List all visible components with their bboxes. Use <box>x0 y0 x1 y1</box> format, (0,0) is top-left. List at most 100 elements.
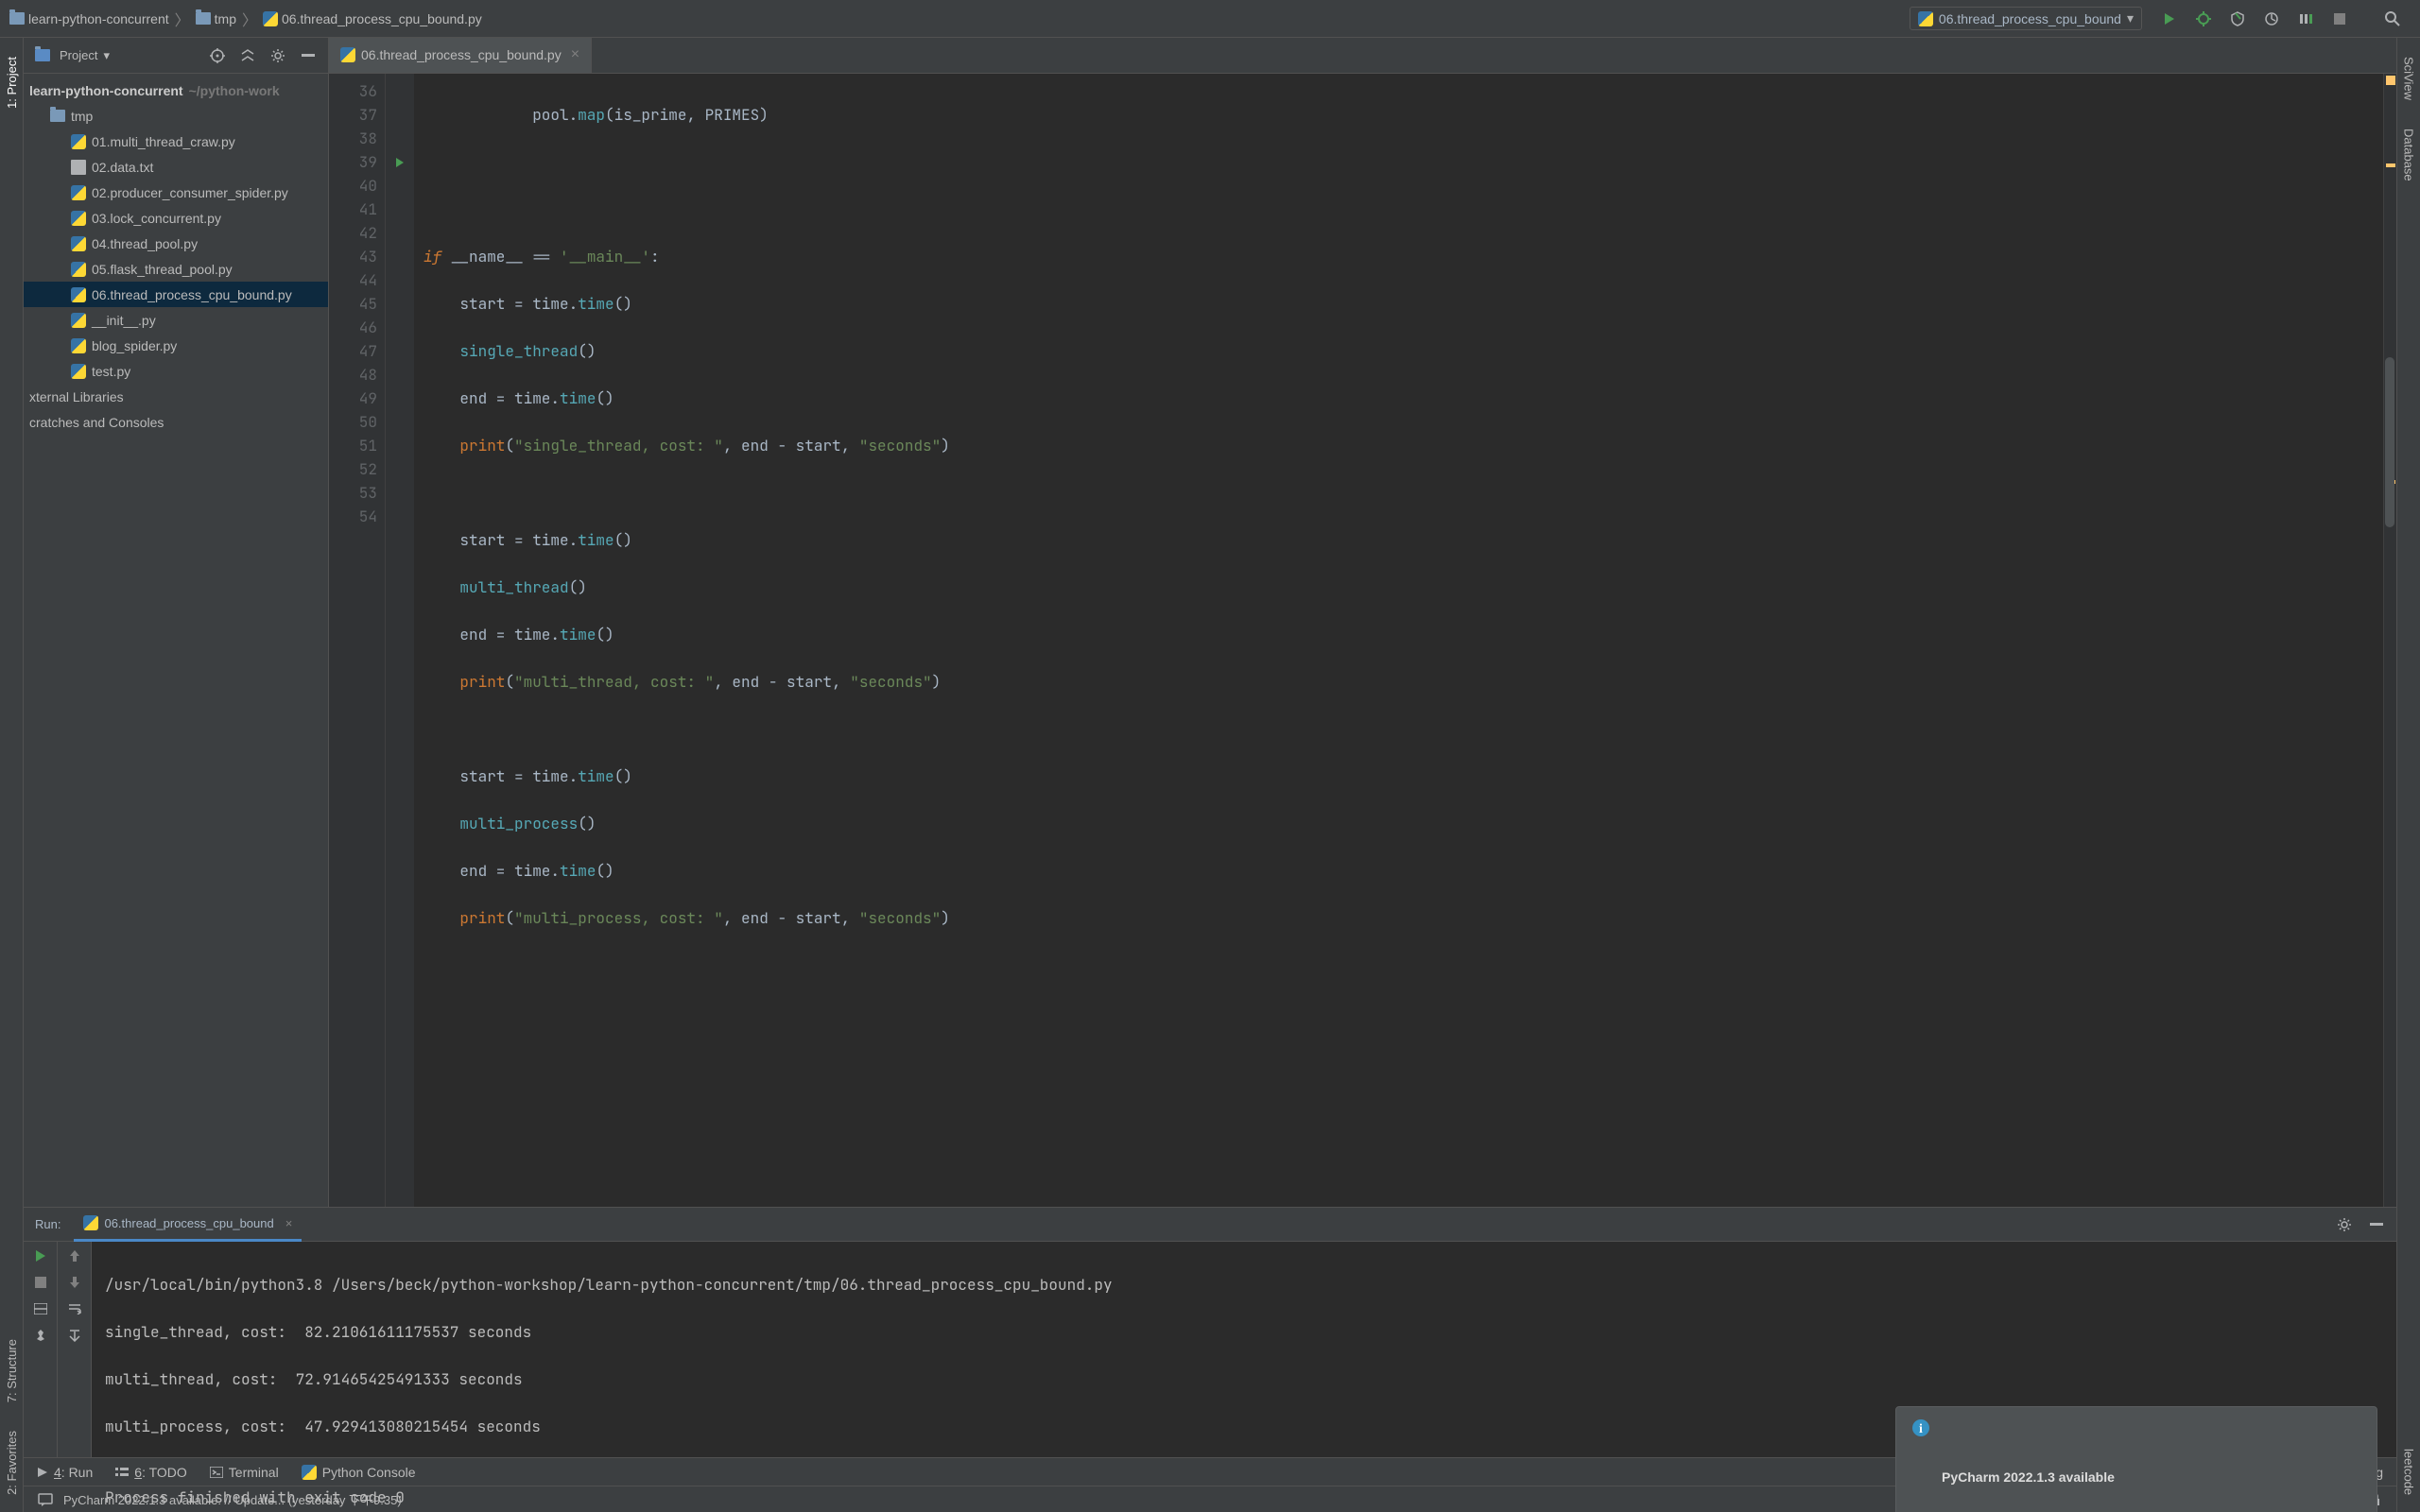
tree-root[interactable]: learn-python-concurrent ~/python-work <box>24 77 328 103</box>
close-tab-icon[interactable]: × <box>571 46 579 63</box>
status-messages-icon[interactable] <box>37 1491 54 1508</box>
console-line: multi_thread, cost: 72.91465425491333 se… <box>105 1367 2383 1391</box>
run-tab[interactable]: 06.thread_process_cpu_bound × <box>74 1208 302 1242</box>
rerun-icon[interactable] <box>32 1247 49 1264</box>
down-icon[interactable] <box>66 1274 83 1291</box>
line-number: 53 <box>329 481 377 505</box>
collapse-icon[interactable] <box>239 47 256 64</box>
tree-file[interactable]: __init__.py <box>24 307 328 333</box>
warning-marker[interactable] <box>2386 76 2395 85</box>
run-config-selector[interactable]: 06.thread_process_cpu_bound ▾ <box>1910 7 2142 30</box>
run-tab-label: 06.thread_process_cpu_bound <box>104 1216 273 1230</box>
concurrency-icon[interactable] <box>2297 10 2314 27</box>
navigation-bar: learn-python-concurrent 〉 tmp 〉 06.threa… <box>0 0 2420 38</box>
debug-icon[interactable] <box>2195 10 2212 27</box>
python-file-icon <box>71 262 86 277</box>
code-body[interactable]: pool.map(is_prime, PRIMES) if __name__ =… <box>414 74 2383 1207</box>
folder-icon <box>50 110 65 122</box>
line-number: 41 <box>329 198 377 221</box>
project-panel: Project ▾ learn-python-concurrent ~/pyth… <box>24 38 329 1207</box>
tree-folder-label: tmp <box>71 109 93 124</box>
close-tab-icon[interactable]: × <box>285 1216 293 1230</box>
up-icon[interactable] <box>66 1247 83 1264</box>
scrollbar-thumb[interactable] <box>2385 357 2394 527</box>
locate-icon[interactable] <box>209 47 226 64</box>
tree-file-label: 05.flask_thread_pool.py <box>92 262 233 277</box>
code-editor[interactable]: 36373839404142434445464748495051525354 p… <box>329 74 2396 1207</box>
line-number: 46 <box>329 316 377 339</box>
tree-file-label: 04.thread_pool.py <box>92 236 198 251</box>
run-icon[interactable] <box>2161 10 2178 27</box>
tree-file[interactable]: 03.lock_concurrent.py <box>24 205 328 231</box>
warning-marker[interactable] <box>2386 163 2395 167</box>
chevron-right-icon: 〉 <box>175 8 190 30</box>
tree-file-label: 01.multi_thread_craw.py <box>92 134 235 149</box>
project-tree[interactable]: learn-python-concurrent ~/python-work tm… <box>24 74 328 438</box>
console-output[interactable]: /usr/local/bin/python3.8 /Users/beck/pyt… <box>92 1242 2396 1512</box>
tool-tab-leetcode[interactable]: leetcode <box>2402 1449 2416 1495</box>
tree-root-label: learn-python-concurrent <box>29 83 183 98</box>
left-tool-strip: 1: Project 7: Structure 2: Favorites <box>0 38 24 1512</box>
breadcrumb-file[interactable]: 06.thread_process_cpu_bound.py <box>263 11 482 26</box>
tool-tab-structure[interactable]: 7: Structure <box>5 1339 19 1402</box>
console-line: single_thread, cost: 82.21061611175537 s… <box>105 1320 2383 1344</box>
breadcrumb-root[interactable]: learn-python-concurrent <box>9 11 169 26</box>
tree-file[interactable]: 02.data.txt <box>24 154 328 180</box>
line-number: 38 <box>329 127 377 150</box>
tree-file-label: 02.producer_consumer_spider.py <box>92 185 288 200</box>
tree-scratches[interactable]: cratches and Consoles <box>24 409 328 435</box>
python-file-icon <box>71 236 86 251</box>
line-number: 52 <box>329 457 377 481</box>
update-notification[interactable]: i PyCharm 2022.1.3 available Update… <box>1895 1406 2377 1512</box>
project-panel-title[interactable]: Project ▾ <box>60 48 110 63</box>
coverage-icon[interactable] <box>2229 10 2246 27</box>
gear-icon[interactable] <box>2336 1216 2353 1233</box>
tool-tab-sciview[interactable]: SciView <box>2402 57 2416 100</box>
tree-file[interactable]: 05.flask_thread_pool.py <box>24 256 328 282</box>
scroll-to-end-icon[interactable] <box>66 1327 83 1344</box>
python-file-icon <box>340 47 355 62</box>
line-number: 37 <box>329 103 377 127</box>
project-panel-title-label: Project <box>60 48 97 62</box>
tree-file[interactable]: 01.multi_thread_craw.py <box>24 129 328 154</box>
gear-icon[interactable] <box>269 47 286 64</box>
profiler-icon[interactable] <box>2263 10 2280 27</box>
tool-tab-favorites[interactable]: 2: Favorites <box>5 1431 19 1495</box>
text-file-icon <box>71 160 86 175</box>
tree-file-selected[interactable]: 06.thread_process_cpu_bound.py <box>24 282 328 307</box>
editor-area: 06.thread_process_cpu_bound.py × 3637383… <box>329 38 2396 1207</box>
search-everywhere-icon[interactable] <box>2384 10 2401 27</box>
line-number-gutter: 36373839404142434445464748495051525354 <box>329 74 386 1207</box>
tree-file[interactable]: 04.thread_pool.py <box>24 231 328 256</box>
tree-file-label: 06.thread_process_cpu_bound.py <box>92 287 292 302</box>
notification-title: PyCharm 2022.1.3 available <box>1942 1466 2115 1489</box>
python-file-icon <box>263 11 278 26</box>
pin-icon[interactable] <box>32 1327 49 1344</box>
tree-folder-tmp[interactable]: tmp <box>24 103 328 129</box>
tool-run[interactable]: 4: Run <box>37 1465 93 1480</box>
stop-icon[interactable] <box>2331 10 2348 27</box>
tree-file[interactable]: blog_spider.py <box>24 333 328 358</box>
hide-icon[interactable] <box>2368 1216 2385 1233</box>
toolbar-actions <box>2152 10 2411 27</box>
soft-wrap-icon[interactable] <box>66 1300 83 1317</box>
editor-tab-label: 06.thread_process_cpu_bound.py <box>361 47 562 62</box>
info-icon: i <box>1911 1418 1930 1512</box>
layout-icon[interactable] <box>32 1300 49 1317</box>
tool-tab-project[interactable]: 1: Project <box>5 57 19 109</box>
tool-tab-database[interactable]: Database <box>2402 129 2416 181</box>
run-gutter-icon[interactable] <box>394 157 406 168</box>
tree-file-label: 03.lock_concurrent.py <box>92 211 221 226</box>
hide-icon[interactable] <box>300 47 317 64</box>
stop-icon[interactable] <box>32 1274 49 1291</box>
tree-file[interactable]: test.py <box>24 358 328 384</box>
python-file-icon <box>71 134 86 149</box>
python-file-icon <box>71 364 86 379</box>
breadcrumb-folder[interactable]: tmp <box>196 11 236 26</box>
editor-tab[interactable]: 06.thread_process_cpu_bound.py × <box>329 38 592 73</box>
breadcrumb-folder-label: tmp <box>215 11 236 26</box>
tree-external-libraries[interactable]: xternal Libraries <box>24 384 328 409</box>
run-config-label: 06.thread_process_cpu_bound <box>1939 11 2121 26</box>
tree-file[interactable]: 02.producer_consumer_spider.py <box>24 180 328 205</box>
error-stripe[interactable] <box>2383 74 2396 1207</box>
